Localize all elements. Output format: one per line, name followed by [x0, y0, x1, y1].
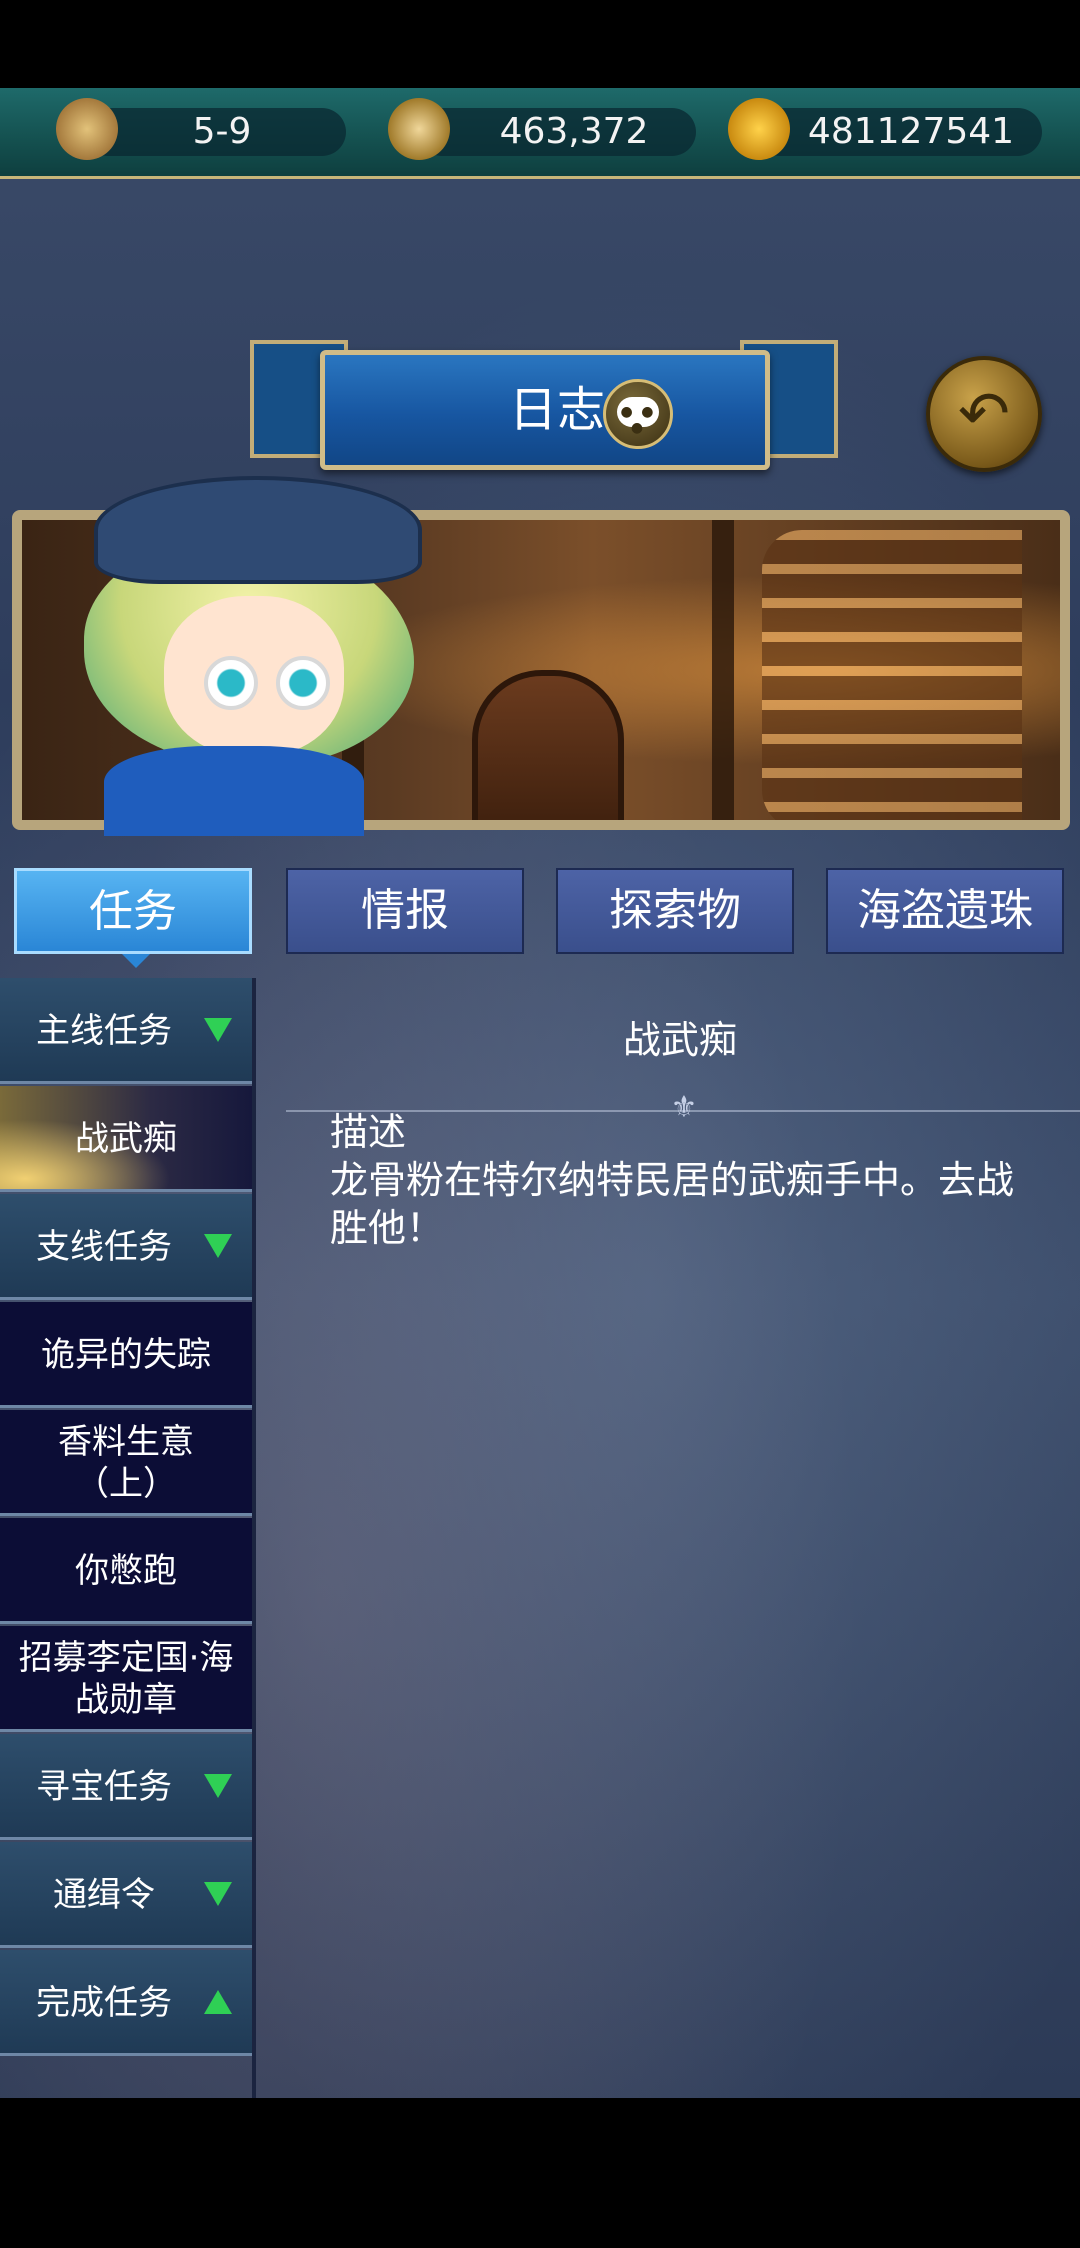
back-button[interactable]: ↶	[926, 356, 1042, 472]
category-label: 通缉令	[53, 1875, 155, 1915]
category-header[interactable]: 支线任务	[0, 1194, 252, 1300]
page-title: 日志	[508, 382, 605, 438]
task-item-label: 诡异的失踪	[41, 1335, 211, 1375]
category-label: 寻宝任务	[36, 1767, 172, 1807]
back-arrow-icon: ↶	[958, 377, 1010, 450]
tab-discoveries[interactable]: 探索物	[556, 868, 794, 954]
tab-intel[interactable]: 情报	[286, 868, 524, 954]
category-header[interactable]: 主线任务	[0, 978, 252, 1084]
chat-bubble-icon[interactable]: ● ● ●	[603, 379, 673, 449]
category-label: 支线任务	[36, 1227, 172, 1267]
character-eye	[204, 656, 258, 710]
title-banner: 日志 ● ● ●	[320, 350, 770, 470]
category-label: 主线任务	[36, 1011, 172, 1051]
task-item-label: 战武痴	[75, 1119, 177, 1159]
compass-icon	[388, 98, 450, 160]
description-label: 描述	[330, 1110, 407, 1154]
hourglass-icon	[56, 98, 118, 160]
character-robe	[104, 746, 364, 836]
task-item[interactable]: 香料生意 （上）	[0, 1410, 252, 1516]
category-header[interactable]: 完成任务	[0, 1950, 252, 2056]
task-item-label: 招募李定国·海 战勋章	[18, 1638, 234, 1720]
gold-value: 481127541	[807, 111, 1015, 152]
task-item[interactable]: 招募李定国·海 战勋章	[0, 1626, 252, 1732]
triangle-down-icon	[204, 1882, 232, 1906]
category-header[interactable]: 寻宝任务	[0, 1734, 252, 1840]
character-hat	[94, 476, 422, 584]
stage-value: 5-9	[192, 111, 252, 152]
resource-bar: 5-9 463,372 481127541	[0, 88, 1080, 179]
task-item[interactable]: 诡异的失踪	[0, 1302, 252, 1408]
triangle-up-icon	[204, 1990, 232, 2014]
triangle-down-icon	[204, 1234, 232, 1258]
anchor-coin-icon	[728, 98, 790, 160]
scene-stairs	[762, 530, 1022, 820]
scene-door	[472, 670, 624, 820]
character-portrait	[14, 476, 422, 836]
tab-tasks[interactable]: 任务	[14, 868, 252, 954]
character-eye	[276, 656, 330, 710]
active-tab-pointer	[122, 954, 150, 968]
category-label: 完成任务	[36, 1983, 172, 2023]
tab-pirate-relics[interactable]: 海盗遗珠	[826, 868, 1064, 954]
task-item-label: 香料生意 （上）	[58, 1422, 194, 1504]
game-screen: 5-9 463,372 481127541 日志 ● ● ● ↶ 任务 情报 探…	[0, 88, 1080, 2098]
chat-dots: ● ● ●	[620, 404, 656, 436]
triangle-down-icon	[204, 1018, 232, 1042]
task-item[interactable]: 战武痴	[0, 1086, 252, 1192]
task-title: 战武痴	[622, 1018, 737, 1062]
list-divider-rail	[252, 978, 256, 2098]
task-item[interactable]: 你憋跑	[0, 1518, 252, 1624]
description-text: 龙骨粉在特尔纳特民居的武痴手中。去战胜他！	[330, 1158, 1015, 1250]
triangle-down-icon	[204, 1774, 232, 1798]
compass-value: 463,372	[499, 111, 649, 152]
scene-beam	[712, 520, 734, 820]
category-header[interactable]: 通缉令	[0, 1842, 252, 1948]
ornament-icon: ⚜	[670, 1090, 698, 1125]
task-item-label: 你憋跑	[75, 1551, 177, 1591]
